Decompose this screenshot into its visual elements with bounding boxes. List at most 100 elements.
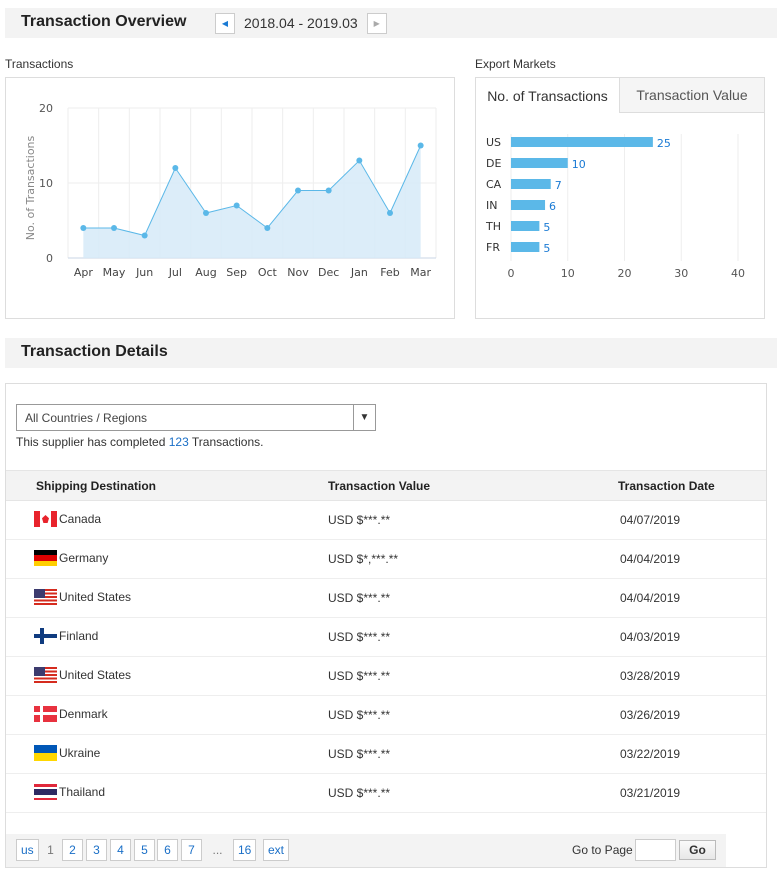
transactions-line-chart: 0 10 20 Apr May Jun Jul Aug Sep Oct Nov Dec Jan Feb Ma…	[24, 102, 437, 279]
page-button[interactable]: 4	[110, 839, 131, 861]
transaction-value: USD $***.**	[328, 708, 391, 722]
y-tick-label: 0	[46, 252, 53, 265]
data-point	[356, 157, 363, 164]
page-button[interactable]: 2	[62, 839, 83, 861]
pagination-ellipsis: ...	[212, 843, 223, 857]
data-point	[233, 202, 240, 209]
transaction-value: USD $***.**	[328, 630, 391, 644]
category-label: CA	[486, 178, 502, 191]
goto-page-label: Go to Page	[572, 843, 633, 857]
denmark-flag-icon	[34, 706, 57, 722]
x-tick-label: Jan	[350, 266, 368, 279]
export-markets-panel: No. of Transactions Transaction Value 01…	[475, 77, 765, 319]
table-row: United States USD $***.** 04/04/2019	[6, 579, 766, 618]
shipping-destination: Denmark	[34, 706, 108, 722]
summary-prefix: This supplier has completed	[16, 435, 169, 449]
country-filter-value: All Countries / Regions	[25, 410, 148, 425]
transaction-summary: This supplier has completed 123 Transact…	[16, 435, 263, 449]
next-period-button[interactable]: ▶	[366, 12, 387, 34]
y-axis-label: No. of Transactions	[24, 135, 37, 240]
page-button[interactable]: 7	[181, 839, 202, 861]
current-page: 1	[47, 843, 54, 857]
column-shipping-destination: Shipping Destination	[36, 479, 156, 493]
transaction-value: USD $***.**	[328, 747, 391, 761]
shipping-destination: Germany	[34, 550, 108, 566]
x-tick-label: Aug	[195, 266, 216, 279]
country-name: Thailand	[59, 785, 106, 799]
column-transaction-date: Transaction Date	[618, 479, 715, 493]
x-tick-label: May	[103, 266, 126, 279]
date-range-nav: ◀ 2018.04 - 2019.03 ▶	[215, 12, 387, 34]
bar	[511, 137, 653, 147]
bar	[511, 200, 546, 210]
details-header: Transaction Details	[5, 338, 777, 368]
prev-period-button[interactable]: ◀	[215, 12, 235, 34]
transaction-count: 123	[168, 435, 189, 449]
page-button[interactable]: 6	[157, 839, 178, 861]
page-button[interactable]: 5	[134, 839, 155, 861]
thailand-flag-icon	[34, 784, 57, 800]
transaction-date: 04/04/2019	[620, 552, 681, 566]
category-label: IN	[486, 199, 497, 212]
next-page-button[interactable]: ext	[263, 839, 290, 861]
summary-suffix: Transactions.	[188, 435, 264, 449]
data-point	[264, 225, 271, 231]
x-tick-label: 30	[674, 267, 688, 280]
goto-page-input[interactable]	[635, 839, 676, 861]
export-markets-label: Export Markets	[475, 57, 556, 71]
transaction-date: 03/22/2019	[620, 747, 681, 761]
last-page-button[interactable]: 16	[233, 839, 257, 861]
data-point	[417, 142, 424, 149]
data-point	[387, 210, 393, 216]
country-name: United States	[59, 668, 132, 682]
go-button[interactable]: Go	[679, 840, 716, 860]
caret-right-icon: ▶	[373, 18, 380, 28]
table-row: Thailand USD $***.** 03/21/2019	[6, 774, 766, 813]
country-name: Finland	[59, 629, 99, 643]
transaction-date: 04/04/2019	[620, 591, 681, 605]
bar	[511, 179, 551, 189]
y-tick-label: 20	[39, 102, 53, 115]
data-label: 7	[555, 179, 562, 192]
transactions-chart-panel: 0 10 20 Apr May Jun Jul Aug Sep Oct Nov Dec Jan Feb Ma…	[5, 77, 455, 319]
bar	[511, 221, 540, 231]
table-row: United States USD $***.** 03/28/2019	[6, 657, 766, 696]
transaction-date: 03/28/2019	[620, 669, 681, 683]
details-title: Transaction Details	[21, 343, 168, 360]
transaction-date: 04/03/2019	[620, 630, 681, 644]
data-point	[203, 210, 209, 216]
ukraine-flag-icon	[34, 745, 57, 761]
x-tick-label: Sep	[226, 266, 247, 279]
data-point	[141, 232, 148, 239]
shipping-destination: Canada	[34, 511, 101, 527]
table-header: Shipping Destination Transaction Value T…	[6, 470, 766, 501]
shipping-destination: United States	[34, 589, 131, 605]
page-button[interactable]: 3	[86, 839, 107, 861]
x-tick-label: Dec	[318, 266, 339, 279]
country-name: Canada	[59, 512, 102, 526]
x-tick-label: 10	[561, 267, 575, 280]
country-filter-select[interactable]: All Countries / Regions ▼	[16, 404, 376, 431]
data-label: 25	[657, 137, 671, 150]
data-label: 6	[549, 200, 556, 213]
transaction-value: USD $***.**	[328, 513, 391, 527]
details-panel: All Countries / Regions ▼ This supplier …	[5, 383, 767, 868]
x-tick-label: Apr	[74, 266, 94, 279]
data-point	[325, 187, 332, 194]
x-tick-label: 20	[618, 267, 632, 280]
bar	[511, 158, 568, 168]
transaction-value: USD $*,***.**	[328, 552, 399, 566]
country-name: Ukraine	[59, 746, 101, 760]
table-row: Germany USD $*,***.** 04/04/2019	[6, 540, 766, 579]
previous-page-button[interactable]: us	[16, 839, 39, 861]
table-row: Canada USD $***.** 04/07/2019	[6, 501, 766, 540]
transaction-value: USD $***.**	[328, 669, 391, 683]
x-tick-label: Jun	[135, 266, 153, 279]
y-tick-label: 10	[39, 177, 53, 190]
column-transaction-value: Transaction Value	[328, 479, 431, 493]
dropdown-arrow-icon[interactable]: ▼	[353, 405, 375, 430]
category-label: DE	[486, 157, 501, 170]
data-label: 5	[543, 242, 550, 255]
us-flag-icon	[34, 667, 57, 683]
x-tick-label: 40	[731, 267, 745, 280]
